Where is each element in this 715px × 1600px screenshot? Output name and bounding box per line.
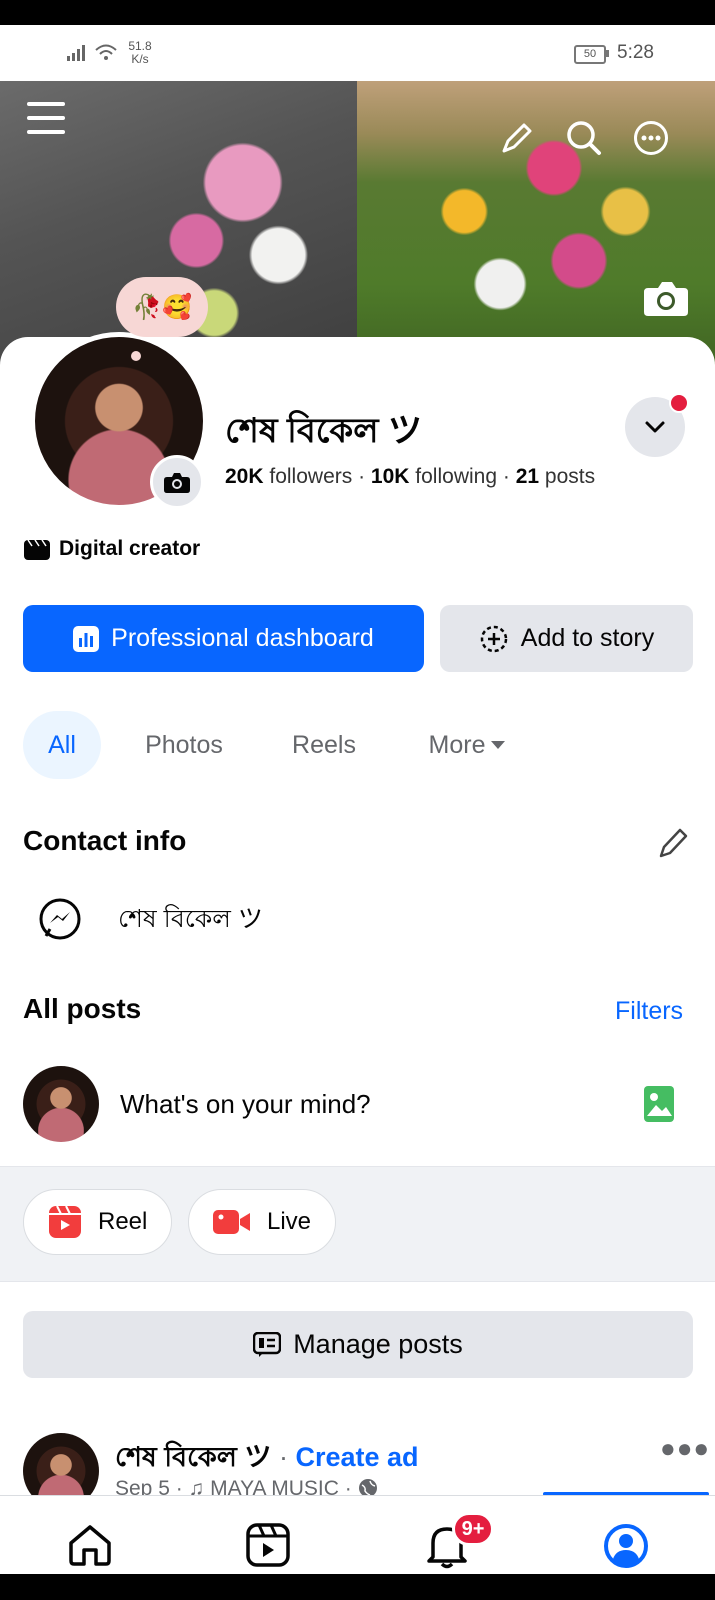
profile-stats: 20K followers · 10K following · 21 posts xyxy=(225,465,596,488)
contact-messenger-row[interactable]: শেষ বিকেল ツ xyxy=(38,898,263,942)
composer-input[interactable]: What's on your mind? xyxy=(120,1089,371,1120)
manage-posts-button[interactable]: Manage posts xyxy=(23,1311,693,1378)
cover-photo[interactable] xyxy=(0,81,715,371)
contact-info-title: Contact info xyxy=(23,825,187,856)
video-icon[interactable] xyxy=(246,1523,290,1572)
profile-tabs: All Photos Reels More xyxy=(0,711,715,779)
tab-more[interactable]: More xyxy=(412,711,522,779)
battery-tip xyxy=(606,50,609,57)
post-separator: · xyxy=(278,1442,288,1472)
net-speed: 51.8 K/s xyxy=(128,39,152,66)
live-video-icon xyxy=(213,1210,250,1234)
tab-all[interactable]: All xyxy=(23,711,101,779)
status-bar: 51.8 K/s 50 5:28 xyxy=(0,25,715,81)
profile-nav-icon[interactable] xyxy=(603,1523,649,1574)
chevron-down-icon xyxy=(645,421,665,433)
search-icon[interactable] xyxy=(566,120,602,156)
tab-photos[interactable]: Photos xyxy=(128,711,240,779)
manage-posts-label: Manage posts xyxy=(293,1329,463,1359)
edit-cover-icon[interactable] xyxy=(500,121,534,155)
live-label: Live xyxy=(267,1208,312,1235)
following-label[interactable]: following xyxy=(415,465,497,488)
add-to-story-label: Add to story xyxy=(520,624,655,652)
home-icon[interactable] xyxy=(67,1523,113,1572)
composer-avatar[interactable] xyxy=(23,1066,99,1142)
profile-name: শেষ বিকেল ツ xyxy=(225,412,422,450)
post-header: শেষ বিকেল ツ · Create ad xyxy=(115,1435,419,1482)
professional-dashboard-label: Professional dashboard xyxy=(111,624,374,652)
manage-posts-icon xyxy=(253,1331,282,1357)
add-to-story-button[interactable]: Add to story xyxy=(440,605,693,672)
reel-button[interactable]: Reel xyxy=(23,1189,173,1255)
status-bubble[interactable]: 🥀🥰 xyxy=(116,277,208,337)
followers-count[interactable]: 20K xyxy=(225,465,264,488)
dashboard-icon xyxy=(73,625,100,652)
signal-icon xyxy=(67,45,85,61)
post-author[interactable]: শেষ বিকেল ツ xyxy=(115,1442,271,1472)
more-options-icon[interactable] xyxy=(633,120,669,156)
photo-icon[interactable] xyxy=(644,1086,674,1122)
posts-label: posts xyxy=(544,465,596,488)
caret-down-icon xyxy=(491,740,506,749)
live-button[interactable]: Live xyxy=(188,1189,337,1255)
notification-dot xyxy=(669,393,689,413)
status-emoji: 🥀🥰 xyxy=(132,293,192,321)
reel-label: Reel xyxy=(98,1208,148,1235)
posts-count: 21 xyxy=(515,465,540,488)
followers-label[interactable]: followers xyxy=(269,465,352,488)
messenger-icon xyxy=(39,898,81,940)
create-ad-link[interactable]: Create ad xyxy=(295,1442,418,1472)
wifi-icon xyxy=(95,44,117,60)
status-bubble-tail xyxy=(131,351,141,361)
edit-contact-icon[interactable] xyxy=(658,825,690,864)
notifications-badge: 9+ xyxy=(452,1512,494,1546)
filters-link[interactable]: Filters xyxy=(615,997,683,1026)
clock: 5:28 xyxy=(617,42,654,63)
professional-dashboard-button[interactable]: Professional dashboard xyxy=(23,605,424,672)
menu-icon[interactable] xyxy=(27,101,65,135)
add-story-icon xyxy=(480,625,508,652)
following-count[interactable]: 10K xyxy=(371,465,410,488)
profile-category: Digital creator xyxy=(23,537,200,561)
camera-avatar-icon[interactable] xyxy=(150,455,204,509)
category-label: Digital creator xyxy=(59,537,201,560)
camera-cover-icon[interactable] xyxy=(644,278,688,316)
all-posts-title: All posts xyxy=(23,993,142,1024)
tab-more-label: More xyxy=(428,730,486,759)
post-options-icon[interactable]: ●●● xyxy=(660,1433,710,1464)
messenger-name: শেষ বিকেল ツ xyxy=(118,904,263,933)
clapperboard-icon xyxy=(24,539,50,560)
tab-reels[interactable]: Reels xyxy=(282,711,366,779)
facebook-profile-screen: 51.8 K/s 50 5:28 🥀🥰 শেষ বিকেল ツ 20K foll… xyxy=(0,25,715,1574)
reel-icon xyxy=(49,1205,81,1238)
battery-icon: 50 xyxy=(574,45,606,64)
